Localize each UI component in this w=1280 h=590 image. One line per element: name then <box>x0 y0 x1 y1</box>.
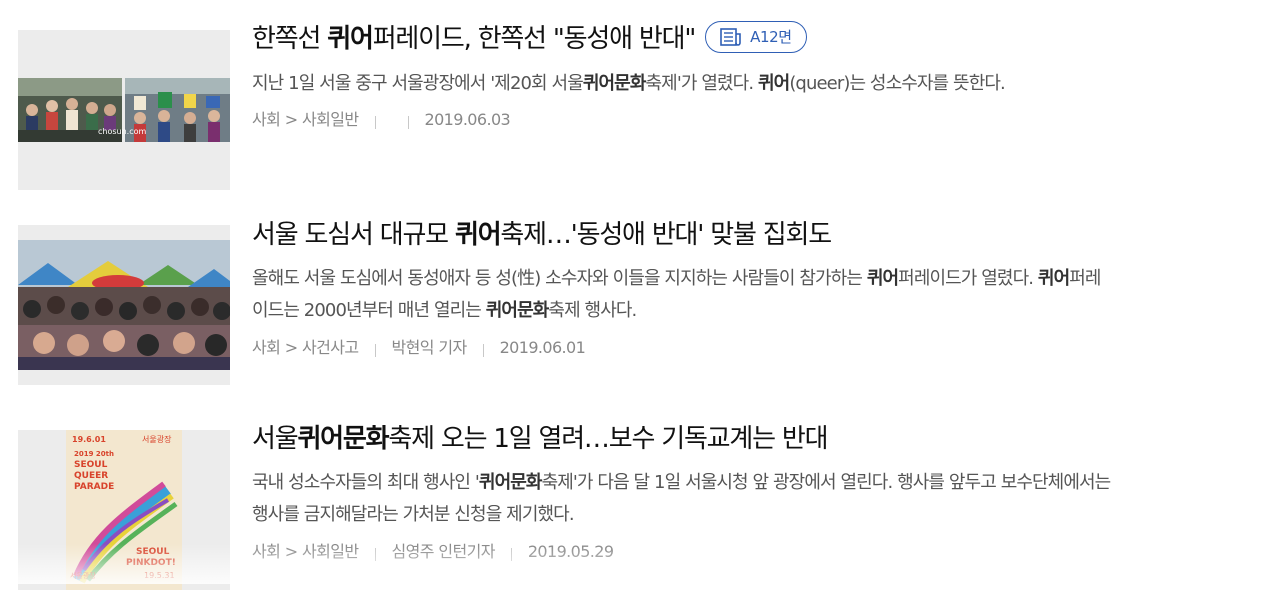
article-title[interactable]: 서울 도심서 대규모 퀴어축제…'동성애 반대' 맞불 집회도 <box>252 218 832 252</box>
article-thumbnail[interactable]: 19.6.01 서울광장 2019 20th SEOUL QUEER PARAD… <box>18 430 230 590</box>
page-badge[interactable]: A12면 <box>705 20 807 53</box>
article-meta: 사회 > 사회일반 2019.06.03 <box>252 110 511 130</box>
article-summary: 올해도 서울 도심에서 동성애자 등 성(性) 소수자와 이들을 지지하는 사람… <box>252 268 1101 321</box>
article-category[interactable]: 사회 > 사회일반 <box>252 110 359 130</box>
article-category[interactable]: 사회 > 사건사고 <box>252 338 359 358</box>
parade-photo: chosun.com <box>18 30 230 190</box>
article-category[interactable]: 사회 > 사회일반 <box>252 542 359 562</box>
poster-name-line: QUEER <box>74 471 108 481</box>
crowd-photo <box>18 225 230 385</box>
poster-venue-top: 서울광장 <box>142 434 172 444</box>
meta-divider <box>407 115 409 129</box>
newspaper-icon <box>720 27 741 46</box>
poster-edition: 2019 20th <box>74 450 114 458</box>
article-summary: 지난 1일 서울 중구 서울광장에서 '제20회 서울퀴어문화축제'가 열렸다.… <box>252 73 1006 94</box>
meta-divider <box>374 547 376 561</box>
poster-slogan-line: PINKDOT! <box>126 558 176 568</box>
article-author: 심영주 인턴기자 <box>391 542 496 561</box>
article-date: 2019.06.01 <box>499 338 586 357</box>
meta-divider <box>374 115 376 129</box>
festival-poster: 19.6.01 서울광장 2019 20th SEOUL QUEER PARAD… <box>18 430 230 590</box>
article-meta: 사회 > 사회일반 심영주 인턴기자 2019.05.29 <box>252 542 614 562</box>
article-meta: 사회 > 사건사고 박현익 기자 2019.06.01 <box>252 338 586 358</box>
meta-divider <box>482 343 484 357</box>
meta-divider <box>374 343 376 357</box>
article-date: 2019.06.03 <box>424 110 511 129</box>
thumb-caption: chosun.com <box>98 127 147 136</box>
poster-name-line: PARADE <box>74 482 114 492</box>
article-thumbnail[interactable] <box>18 225 230 385</box>
list-item: chosun.com 한쪽선 퀴어퍼레이드, 한쪽선 "동성애 반대" A12면 … <box>0 0 1280 200</box>
badge-label: A12면 <box>750 27 792 46</box>
article-title[interactable]: 한쪽선 퀴어퍼레이드, 한쪽선 "동성애 반대" A12면 <box>252 20 807 56</box>
article-date: 2019.05.29 <box>527 542 614 561</box>
poster-date-left: 19.6.01 <box>72 435 106 444</box>
poster-date-right: 19.5.31 <box>144 571 175 580</box>
meta-divider <box>510 547 512 561</box>
article-thumbnail[interactable]: chosun.com <box>18 30 230 190</box>
poster-venue-bottom: 서울광장 <box>70 571 96 580</box>
article-summary: 국내 성소수자들의 최대 행사인 '퀴어문화축제'가 다음 달 1일 서울시청 … <box>252 472 1111 525</box>
list-item: 서울 도심서 대규모 퀴어축제…'동성애 반대' 맞불 집회도 올해도 서울 도… <box>0 200 1280 405</box>
article-title[interactable]: 서울퀴어문화축제 오는 1일 열려…보수 기독교계는 반대 <box>252 422 829 456</box>
article-author: 박현익 기자 <box>391 338 468 357</box>
poster-name-line: SEOUL <box>74 460 108 470</box>
poster-slogan-line: SEOUL <box>136 547 170 557</box>
search-result-list: chosun.com 한쪽선 퀴어퍼레이드, 한쪽선 "동성애 반대" A12면 … <box>0 0 1280 590</box>
list-item: 19.6.01 서울광장 2019 20th SEOUL QUEER PARAD… <box>0 405 1280 590</box>
